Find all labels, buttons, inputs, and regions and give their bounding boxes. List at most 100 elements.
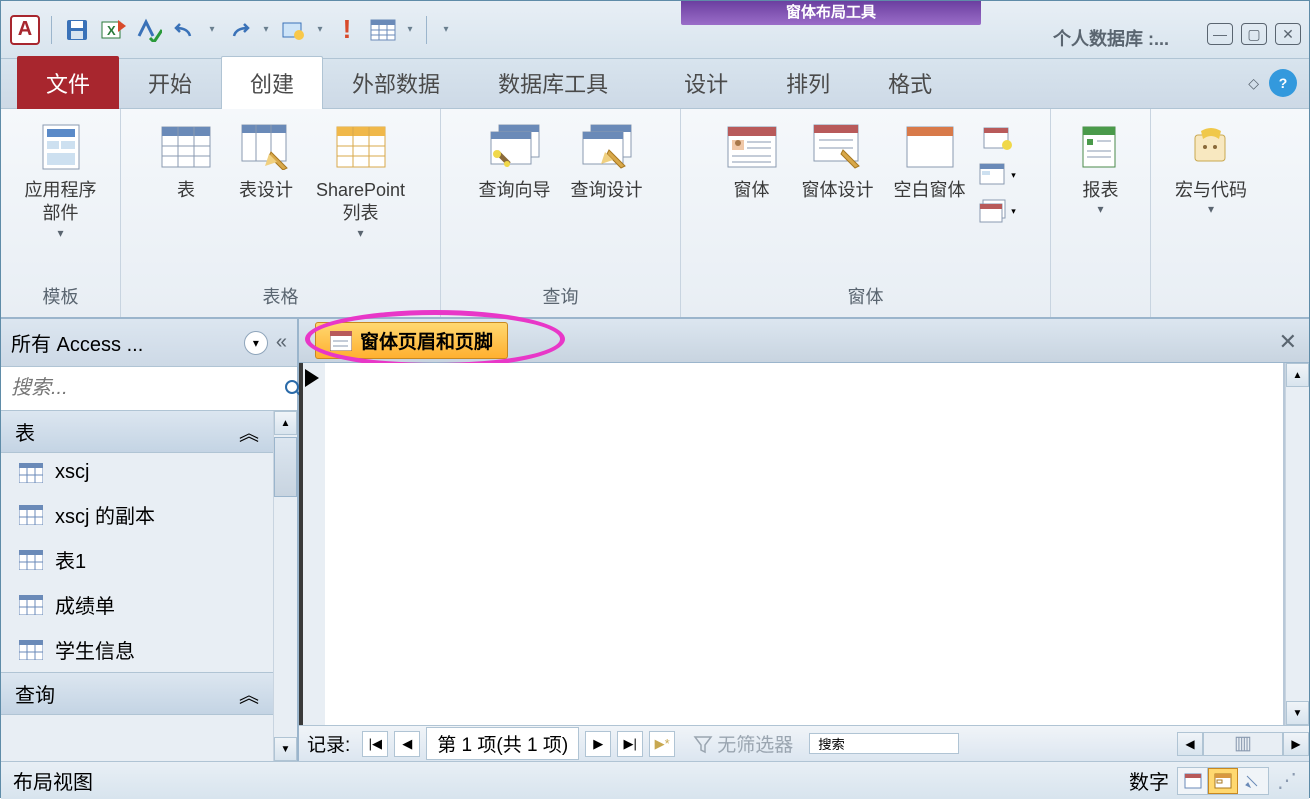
- nav-item[interactable]: 学生信息: [1, 627, 273, 672]
- tab-file[interactable]: 文件: [17, 56, 119, 109]
- scroll-right-icon[interactable]: ▶: [1283, 732, 1309, 756]
- macro-button[interactable]: 宏与代码 ▾: [1167, 117, 1255, 220]
- nav-item[interactable]: xscj 的副本: [1, 492, 273, 537]
- table-icon: [19, 505, 43, 525]
- save-icon[interactable]: [62, 15, 92, 45]
- document-close-icon[interactable]: ✕: [1279, 329, 1297, 355]
- ribbon-minimize-icon[interactable]: ◇: [1248, 75, 1259, 92]
- nav-group-queries[interactable]: 查询 ︽: [1, 672, 273, 715]
- tab-arrange[interactable]: 排列: [757, 56, 859, 109]
- maximize-button[interactable]: ▢: [1241, 23, 1267, 45]
- prev-record-button[interactable]: ◀: [394, 731, 420, 757]
- title-bar: A X ▾ ▾ ▾ ! ▾ ▾ 窗体布局工具 个人数据库 :...: [1, 1, 1309, 59]
- export-excel-icon[interactable]: X: [98, 15, 128, 45]
- new-record-button[interactable]: ▶*: [649, 731, 675, 757]
- app-parts-button[interactable]: 应用程序 部件 ▾: [17, 117, 105, 244]
- help-icon[interactable]: ?: [1269, 69, 1297, 97]
- resize-grip-icon[interactable]: ⋰: [1277, 768, 1297, 793]
- nav-item-label: 成绩单: [55, 590, 115, 619]
- datasheet-dropdown-icon[interactable]: ▾: [404, 24, 416, 35]
- nav-shutter-icon[interactable]: «: [276, 331, 287, 354]
- priority-icon[interactable]: !: [332, 15, 362, 45]
- nav-item[interactable]: xscj: [1, 453, 273, 492]
- window-controls: — ▢ ✕: [1207, 23, 1301, 45]
- scroll-up-icon[interactable]: ▲: [1286, 363, 1309, 387]
- group-queries-label: 查询: [445, 279, 676, 313]
- dropdown-icon: ▾: [357, 226, 363, 240]
- form-design-button[interactable]: 窗体设计: [794, 117, 882, 206]
- window-title: 个人数据库 :...: [1053, 25, 1169, 51]
- nav-group-tables[interactable]: 表 ︽: [1, 411, 273, 453]
- scroll-track[interactable]: [274, 435, 297, 737]
- filter-status: 无筛选器: [693, 730, 793, 757]
- nav-title: 所有 Access ...: [11, 328, 244, 357]
- tab-home[interactable]: 开始: [119, 56, 221, 109]
- group-reports-label: [1055, 305, 1146, 313]
- form-wizard-icon[interactable]: [978, 123, 1018, 155]
- sharepoint-button[interactable]: SharePoint 列表 ▾: [308, 117, 413, 244]
- nav-header[interactable]: 所有 Access ... ▾ «: [1, 319, 297, 367]
- design-view-button[interactable]: [1238, 768, 1268, 794]
- next-record-button[interactable]: ▶: [585, 731, 611, 757]
- last-record-button[interactable]: ▶|: [617, 731, 643, 757]
- undo-icon[interactable]: [170, 15, 200, 45]
- undo-dropdown-icon[interactable]: ▾: [206, 24, 218, 35]
- datasheet-icon[interactable]: [368, 15, 398, 45]
- ribbon: 应用程序 部件 ▾ 模板 表 表设计 SharePoint 列表 ▾ 表格: [1, 109, 1309, 319]
- nav-item-label: 表1: [55, 545, 86, 574]
- status-view-label: 布局视图: [13, 766, 1129, 795]
- redo-icon[interactable]: [224, 15, 254, 45]
- layout-view-button[interactable]: [1208, 768, 1238, 794]
- record-search-input[interactable]: [809, 733, 959, 754]
- scroll-thumb[interactable]: [274, 437, 297, 497]
- nav-scrollbar[interactable]: ▲ ▼: [273, 411, 297, 761]
- svg-text:X: X: [107, 23, 116, 38]
- document-tabbar: 窗体页眉和页脚 ✕: [299, 319, 1309, 363]
- minimize-button[interactable]: —: [1207, 23, 1233, 45]
- tab-external-data[interactable]: 外部数据: [323, 56, 469, 109]
- form-view-button[interactable]: [1178, 768, 1208, 794]
- mode-dropdown-icon[interactable]: ▾: [314, 24, 326, 35]
- tab-database-tools[interactable]: 数据库工具: [469, 56, 637, 109]
- qat-customize-icon[interactable]: ▾: [437, 24, 455, 35]
- close-button[interactable]: ✕: [1275, 23, 1301, 45]
- scroll-down-icon[interactable]: ▼: [1286, 701, 1309, 725]
- first-record-button[interactable]: |◀: [362, 731, 388, 757]
- tab-design[interactable]: 设计: [655, 56, 757, 109]
- form-canvas[interactable]: ▲ ▼: [299, 363, 1283, 725]
- mode-icon[interactable]: [278, 15, 308, 45]
- record-info[interactable]: 第 1 项(共 1 项): [426, 727, 579, 760]
- doc-vscrollbar[interactable]: ▲ ▼: [1285, 363, 1309, 725]
- record-navigator: 记录: |◀ ◀ 第 1 项(共 1 项) ▶ ▶| ▶* 无筛选器 ◀ ▥ ▶: [299, 725, 1309, 761]
- navigation-icon[interactable]: ▾: [978, 159, 1018, 191]
- report-button[interactable]: 报表 ▾: [1063, 117, 1139, 220]
- table-design-button[interactable]: 表设计: [228, 117, 304, 206]
- table-button[interactable]: 表: [148, 117, 224, 206]
- scroll-up-icon[interactable]: ▲: [274, 411, 297, 435]
- document-tab[interactable]: 窗体页眉和页脚: [315, 322, 508, 359]
- query-wizard-button[interactable]: 查询向导: [471, 117, 559, 206]
- tab-create[interactable]: 创建: [221, 56, 323, 109]
- table-icon: [160, 121, 212, 173]
- table-label: 表: [177, 179, 195, 202]
- blank-form-button[interactable]: 空白窗体: [886, 117, 974, 206]
- spelling-icon[interactable]: [134, 15, 164, 45]
- tab-format[interactable]: 格式: [859, 56, 961, 109]
- nav-item[interactable]: 成绩单: [1, 582, 273, 627]
- redo-dropdown-icon[interactable]: ▾: [260, 24, 272, 35]
- table-icon: [19, 463, 43, 483]
- record-selector[interactable]: [303, 363, 325, 725]
- query-design-button[interactable]: 查询设计: [563, 117, 651, 206]
- form-button[interactable]: 窗体: [714, 117, 790, 206]
- nav-search-input[interactable]: [7, 373, 283, 404]
- form-body[interactable]: [325, 363, 1283, 725]
- nav-item[interactable]: 表1: [1, 537, 273, 582]
- navigation-pane: 所有 Access ... ▾ « 表 ︽ xscj: [1, 319, 299, 761]
- scroll-left-icon[interactable]: ◀: [1177, 732, 1203, 756]
- hscroll-track[interactable]: ▥: [1203, 732, 1283, 756]
- more-forms-icon[interactable]: ▾: [978, 195, 1018, 227]
- table-design-icon: [240, 121, 292, 173]
- scroll-track[interactable]: [1286, 387, 1309, 701]
- nav-dropdown-icon[interactable]: ▾: [244, 331, 268, 355]
- scroll-down-icon[interactable]: ▼: [274, 737, 297, 761]
